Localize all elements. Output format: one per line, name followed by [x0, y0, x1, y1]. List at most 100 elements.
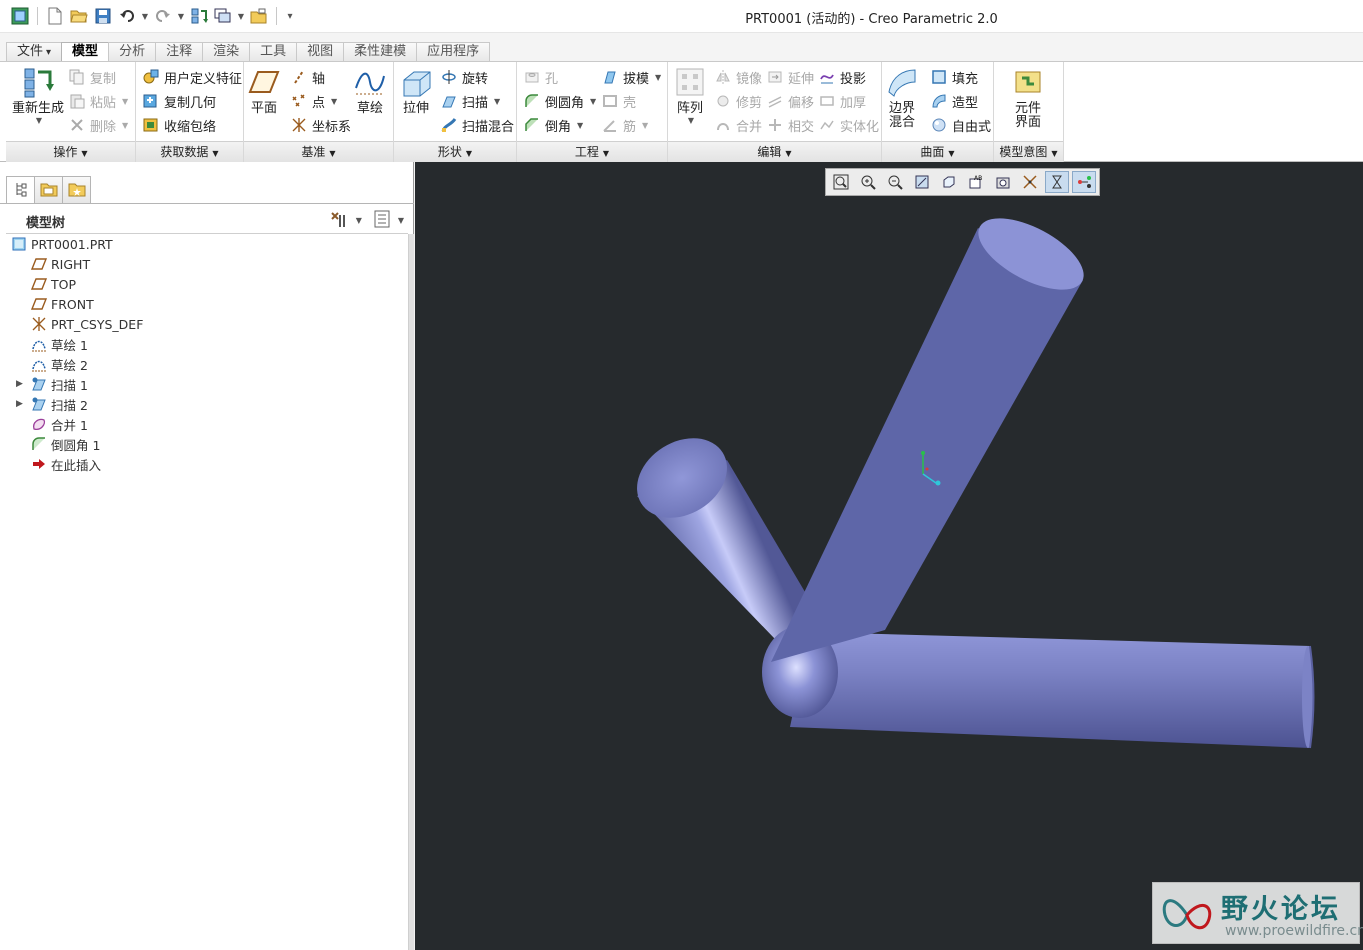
group-model-intent-menu[interactable]: 模型意图 ▼ [994, 141, 1063, 162]
tab-model-tree[interactable] [6, 176, 35, 203]
model-geometry[interactable] [415, 162, 1363, 950]
expand-icon[interactable]: ▶ [16, 399, 26, 409]
csys-icon [290, 116, 308, 134]
solidify-icon [818, 116, 836, 134]
tree-item[interactable]: 草绘 1 [30, 334, 88, 354]
spin-center-icon[interactable] [1045, 171, 1069, 193]
chamfer-icon [523, 116, 541, 134]
tab-file[interactable]: 文件 ▾ [6, 42, 63, 61]
axis-label: 轴 [312, 71, 326, 87]
chevron-down-icon: ▼ [494, 96, 501, 106]
copy-button[interactable]: 复制 [68, 66, 116, 88]
tree-item[interactable]: 合并 1 [30, 414, 88, 434]
group-label: 获取数据 [160, 145, 209, 159]
solidify-button[interactable]: 实体化 [818, 114, 879, 136]
sketch-button[interactable]: 草绘 [354, 66, 386, 116]
plane-button[interactable]: 平面 [248, 66, 280, 116]
mirror-button[interactable]: 镜像 [714, 66, 762, 88]
boundary-blend-button[interactable]: 边界 混合 [886, 66, 918, 130]
tab-flexible-modeling[interactable]: 柔性建模 [343, 42, 418, 61]
tree-item[interactable]: 倒圆角 1 [30, 434, 100, 454]
intersect-button[interactable]: 相交 [766, 114, 814, 136]
view-manager-icon[interactable] [991, 171, 1015, 193]
zoom-out-icon[interactable] [883, 171, 907, 193]
tree-item[interactable]: 草绘 2 [30, 354, 88, 374]
expand-icon[interactable]: ▶ [16, 379, 26, 389]
group-editing-menu[interactable]: 编辑 ▼ [668, 141, 881, 162]
merge-button[interactable]: 合并 [714, 114, 762, 136]
tree-item-insert-here[interactable]: 在此插入 [30, 454, 101, 474]
group-shapes-menu[interactable]: 形状 ▼ [394, 141, 516, 162]
refit-icon[interactable] [829, 171, 853, 193]
tree-item[interactable]: ▶ 扫描 1 [16, 374, 88, 394]
rib-button[interactable]: 筋 ▼ [601, 114, 648, 136]
sweep-button[interactable]: 扫描 ▼ [440, 90, 500, 112]
display-style-icon[interactable] [937, 171, 961, 193]
tree-item[interactable]: RIGHT [30, 254, 90, 274]
round-icon [523, 92, 541, 110]
tree-item[interactable]: ▶ 扫描 2 [16, 394, 88, 414]
chevron-down-icon[interactable]: ▼ [398, 216, 404, 225]
group-get-data-menu[interactable]: 获取数据 ▼ [136, 141, 243, 162]
graphics-window[interactable]: AB 野火论坛 www.proewildfire.cn [415, 162, 1363, 950]
annotation-display-icon[interactable] [1072, 171, 1096, 193]
revolve-button[interactable]: 旋转 [440, 66, 488, 88]
tab-favorites[interactable] [62, 176, 91, 203]
tree-item[interactable]: FRONT [30, 294, 94, 314]
thicken-button[interactable]: 加厚 [818, 90, 866, 112]
tree-item-root[interactable]: PRT0001.PRT [10, 234, 113, 254]
csys-button[interactable]: 坐标系 [290, 114, 351, 136]
pattern-button[interactable]: 阵列 ▼ [674, 66, 706, 125]
copy-geometry-button[interactable]: 复制几何 [142, 90, 216, 112]
group-label: 曲面 [920, 145, 945, 159]
show-icon[interactable] [372, 209, 392, 232]
settings-icon[interactable] [328, 209, 350, 232]
tab-analysis[interactable]: 分析 [108, 42, 157, 61]
shrinkwrap-button[interactable]: 收缩包络 [142, 114, 216, 136]
tree-item[interactable]: TOP [30, 274, 76, 294]
tab-model[interactable]: 模型 [61, 42, 110, 62]
tab-annotate[interactable]: 注释 [155, 42, 204, 61]
draft-button[interactable]: 拔模 ▼ [601, 66, 661, 88]
point-button[interactable]: 点 ▼ [290, 90, 337, 112]
freestyle-button[interactable]: 自由式 [930, 114, 991, 136]
tab-view[interactable]: 视图 [296, 42, 345, 61]
tab-folder-browser[interactable] [34, 176, 63, 203]
saved-orientations-icon[interactable]: AB [964, 171, 988, 193]
repaint-icon[interactable] [910, 171, 934, 193]
axis-icon [290, 68, 308, 86]
merge-icon [30, 415, 48, 433]
fill-button[interactable]: 填充 [930, 66, 978, 88]
group-operations-menu[interactable]: 操作 ▼ [6, 141, 135, 162]
shell-button[interactable]: 壳 [601, 90, 636, 112]
round-button[interactable]: 倒圆角 ▼ [523, 90, 596, 112]
trim-button[interactable]: 修剪 [714, 90, 762, 112]
regenerate-button[interactable]: 重新生成 ▼ [12, 66, 64, 125]
boundary-blend-label: 边界 [888, 101, 915, 116]
style-button[interactable]: 造型 [930, 90, 978, 112]
hole-button[interactable]: 孔 [523, 66, 558, 88]
rib-label: 筋 [623, 119, 637, 135]
swept-blend-button[interactable]: 扫描混合 [440, 114, 514, 136]
axis-button[interactable]: 轴 [290, 66, 325, 88]
group-surfaces-menu[interactable]: 曲面 ▼ [882, 141, 993, 162]
offset-button[interactable]: 偏移 [766, 90, 814, 112]
tab-render[interactable]: 渲染 [202, 42, 251, 61]
component-interface-button[interactable]: 元件 界面 [1012, 66, 1044, 130]
panel-scrollbar[interactable] [408, 234, 414, 950]
chamfer-button[interactable]: 倒角 ▼ [523, 114, 583, 136]
group-engineering-menu[interactable]: 工程 ▼ [517, 141, 667, 162]
tab-tools[interactable]: 工具 [249, 42, 298, 61]
user-defined-feature-button[interactable]: 用户定义特征 [142, 66, 242, 88]
tab-applications[interactable]: 应用程序 [416, 42, 491, 61]
datum-display-icon[interactable] [1018, 171, 1042, 193]
group-datum-menu[interactable]: 基准 ▼ [244, 141, 393, 162]
project-button[interactable]: 投影 [818, 66, 866, 88]
tree-item[interactable]: PRT_CSYS_DEF [30, 314, 143, 334]
paste-button[interactable]: 粘贴 ▼ [68, 90, 128, 112]
chevron-down-icon[interactable]: ▼ [356, 216, 362, 225]
zoom-in-icon[interactable] [856, 171, 880, 193]
extend-button[interactable]: 延伸 [766, 66, 814, 88]
delete-button[interactable]: 删除 ▼ [68, 114, 128, 136]
extrude-button[interactable]: 拉伸 [400, 66, 432, 116]
